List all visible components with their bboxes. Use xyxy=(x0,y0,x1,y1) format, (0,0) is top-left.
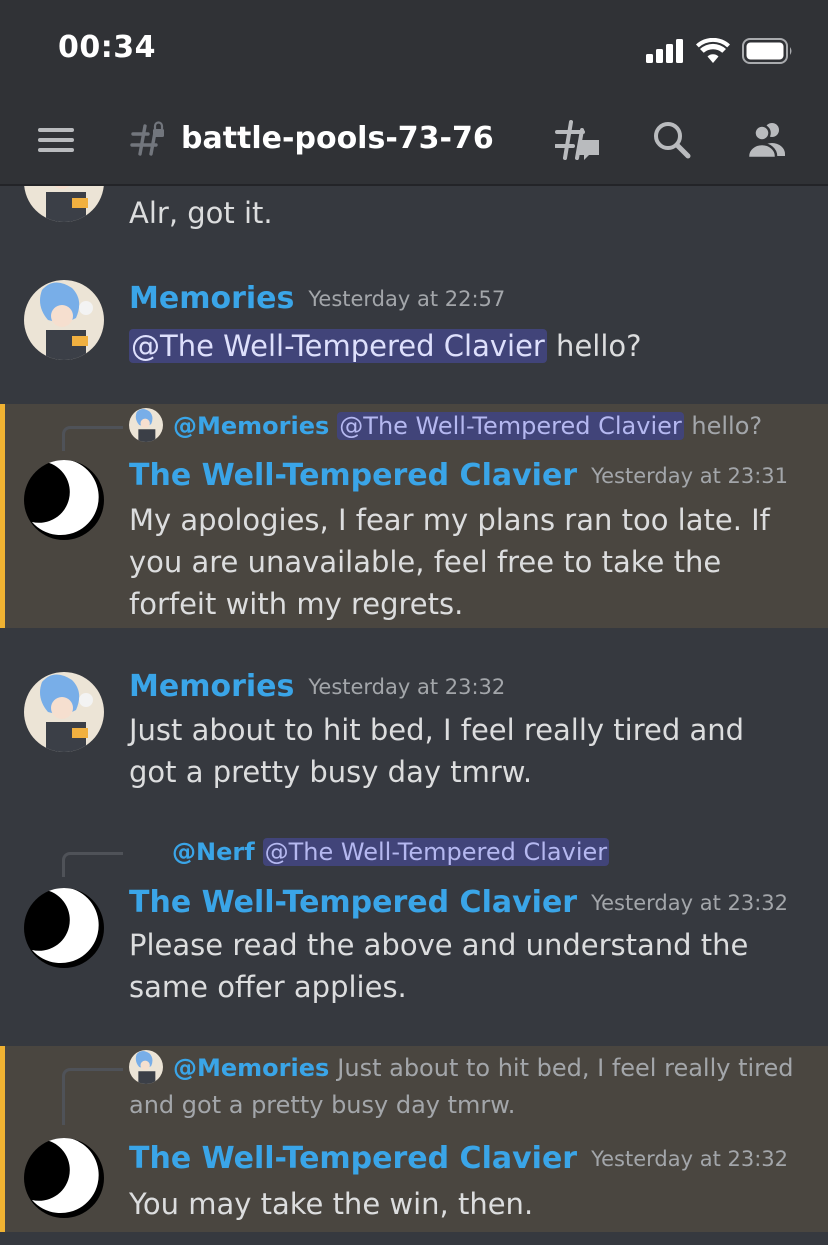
status-time: 00:34 xyxy=(58,30,156,65)
members-icon[interactable] xyxy=(745,118,791,162)
top-bar: 00:34 battle-pools-73-76 xyxy=(0,0,828,186)
timestamp: Yesterday at 23:31 xyxy=(591,464,789,488)
reply-spine xyxy=(62,426,123,451)
reply-spine xyxy=(62,852,123,877)
user-mention[interactable]: @The Well-Tempered Clavier xyxy=(129,329,547,363)
reply-preview[interactable]: @Memories @The Well-Tempered Clavier hell… xyxy=(129,408,809,445)
hamburger-icon[interactable] xyxy=(38,126,74,154)
timestamp: Yesterday at 23:32 xyxy=(591,1147,789,1171)
reply-avatar xyxy=(129,1050,163,1084)
timestamp: Yesterday at 23:32 xyxy=(591,891,789,915)
threads-icon[interactable] xyxy=(555,118,601,162)
channel-name: battle-pools-73-76 xyxy=(181,121,494,156)
reply-preview[interactable]: @Nerf @The Well-Tempered Clavier xyxy=(172,834,828,871)
avatar-memories[interactable] xyxy=(24,672,104,752)
message-text: Alr, got it. xyxy=(129,196,273,230)
wifi-icon xyxy=(696,38,730,63)
author-name[interactable]: Memories Yesterday at 23:32 xyxy=(129,668,505,706)
message[interactable]: Memories Yesterday at 22:57 @The Well-Tem… xyxy=(0,278,828,388)
avatar-clavier[interactable] xyxy=(24,1138,104,1218)
reply-avatar xyxy=(129,408,163,442)
author-name[interactable]: Memories Yesterday at 22:57 xyxy=(129,280,505,318)
avatar-memories[interactable] xyxy=(24,280,104,360)
message-text: @The Well-Tempered Clavier hello? xyxy=(129,329,642,363)
author-name[interactable]: The Well-Tempered Clavier Yesterday at 23… xyxy=(129,1140,788,1178)
signal-icon xyxy=(646,39,683,63)
message[interactable]: Alr, got it. xyxy=(0,142,828,246)
search-icon[interactable] xyxy=(650,118,696,162)
avatar-clavier[interactable] xyxy=(24,888,104,968)
message[interactable]: @Nerf @The Well-Tempered Clavier The Well… xyxy=(0,832,828,1012)
message-highlighted[interactable]: @Memories @The Well-Tempered Clavier hell… xyxy=(0,404,828,628)
hashtag-locked-icon xyxy=(130,121,164,156)
message-text: Just about to hit bed, I feel really tir… xyxy=(129,713,745,789)
battery-icon xyxy=(742,38,792,64)
mention-highlight-bar xyxy=(0,404,5,628)
avatar-clavier[interactable] xyxy=(24,460,104,540)
author-name[interactable]: The Well-Tempered Clavier Yesterday at 23… xyxy=(129,884,788,922)
mention-highlight-bar xyxy=(0,1046,5,1232)
reply-spine xyxy=(62,1068,123,1125)
timestamp: Yesterday at 23:32 xyxy=(308,675,506,699)
author-name[interactable]: The Well-Tempered Clavier Yesterday at 23… xyxy=(129,457,788,495)
timestamp: Yesterday at 22:57 xyxy=(308,287,506,311)
message-text: My apologies, I fear my plans ran too la… xyxy=(129,503,770,621)
message-text: You may take the win, then. xyxy=(129,1187,534,1221)
message-text: Please read the above and understand the… xyxy=(129,928,749,1004)
message-highlighted[interactable]: @Memories Just about to hit bed, I feel r… xyxy=(0,1046,828,1232)
reply-preview[interactable]: @Memories Just about to hit bed, I feel r… xyxy=(129,1050,809,1124)
message[interactable]: Memories Yesterday at 23:32 Just about to… xyxy=(0,666,828,796)
status-icons xyxy=(646,36,794,66)
